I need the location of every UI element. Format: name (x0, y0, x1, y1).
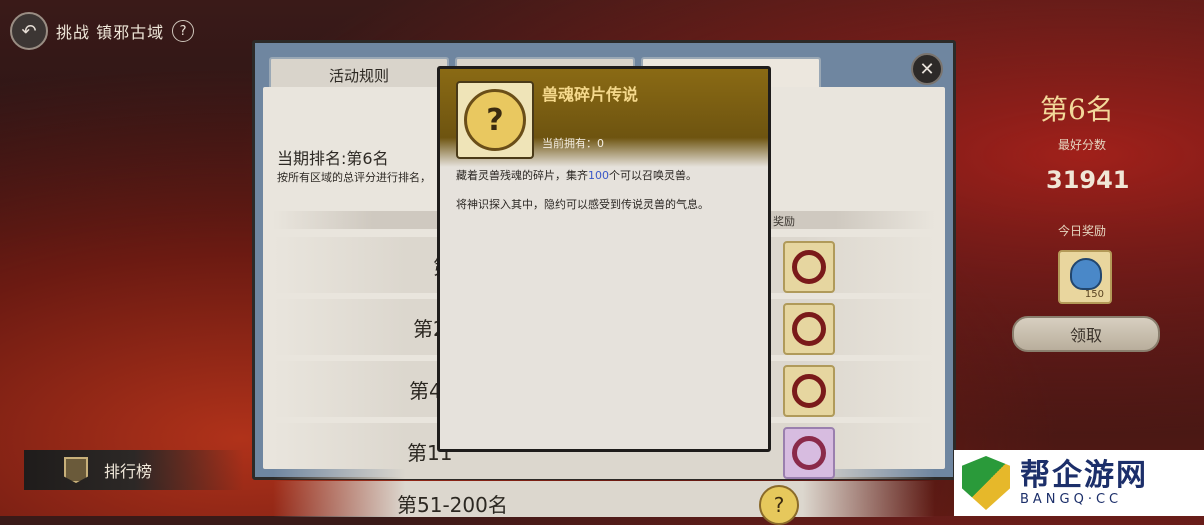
leaderboard-label: 排行榜 (104, 462, 153, 481)
top-bar: ↶ 挑战 镇邪古域 ? (10, 12, 195, 50)
page-title: 挑战 镇邪古域 (56, 23, 165, 42)
current-rank-heading: 当期排名:第6名 (277, 149, 389, 168)
ring-icon (792, 436, 826, 470)
best-score-value: 31941 (1046, 166, 1130, 194)
ring-icon (792, 250, 826, 284)
potion-icon (1070, 258, 1102, 290)
watermark-main: 帮企游网 (1020, 457, 1148, 493)
watermark-text: 帮企游网 BANGQ·CC (1020, 457, 1148, 507)
reward-column-header: 奖励 (773, 215, 795, 228)
ring-icon (792, 374, 826, 408)
tab-activity-rules[interactable]: 活动规则 (269, 57, 449, 91)
fragment-coin-icon[interactable]: ? (759, 485, 799, 525)
table-row: 第51-200名 ? (273, 481, 935, 525)
today-reward-item[interactable]: 150 (1058, 250, 1112, 304)
reward-item[interactable] (783, 427, 835, 479)
item-owned-count: 当前拥有：0 (542, 137, 604, 150)
item-description-line2: 将神识探入其中，隐约可以感受到传说灵兽的气息。 (456, 198, 709, 211)
question-coin-icon: ? (464, 89, 526, 151)
banner-icon (64, 457, 88, 483)
item-description-line1: 藏着灵兽残魂的碎片，集齐100个可以召唤灵兽。 (456, 167, 697, 183)
today-reward-count: 150 (1084, 289, 1104, 300)
reward-item[interactable] (783, 365, 835, 417)
back-arrow-icon[interactable]: ↶ (10, 12, 48, 50)
desc-suffix: 个可以召唤灵兽。 (609, 169, 697, 182)
desc-highlight: 100 (588, 169, 609, 182)
reward-item[interactable] (783, 241, 835, 293)
shield-logo-icon (962, 456, 1010, 510)
watermark-logo: 帮企游网 BANGQ·CC (954, 450, 1204, 516)
reward-item[interactable] (783, 303, 835, 355)
item-name: 兽魂碎片传说 (542, 85, 639, 104)
leaderboard-button[interactable]: 排行榜 (24, 450, 244, 490)
item-icon-frame: ? (456, 81, 534, 159)
rank-range-label: 第51-200名 (397, 493, 508, 517)
desc-prefix: 藏着灵兽残魂的碎片，集齐 (456, 169, 588, 182)
close-icon[interactable]: ✕ (911, 53, 943, 85)
my-rank: 第6名 (1040, 93, 1114, 126)
help-button[interactable]: ? (172, 20, 195, 42)
best-score-label: 最好分数 (1058, 138, 1107, 152)
ring-icon (792, 312, 826, 346)
watermark-sub: BANGQ·CC (1020, 491, 1123, 507)
today-reward-label: 今日奖励 (1058, 224, 1107, 238)
item-tooltip: ? 兽魂碎片传说 当前拥有：0 藏着灵兽残魂的碎片，集齐100个可以召唤灵兽。 … (437, 66, 771, 452)
claim-button[interactable]: 领取 (1012, 316, 1160, 352)
rank-description: 按所有区域的总评分进行排名， (277, 171, 431, 184)
